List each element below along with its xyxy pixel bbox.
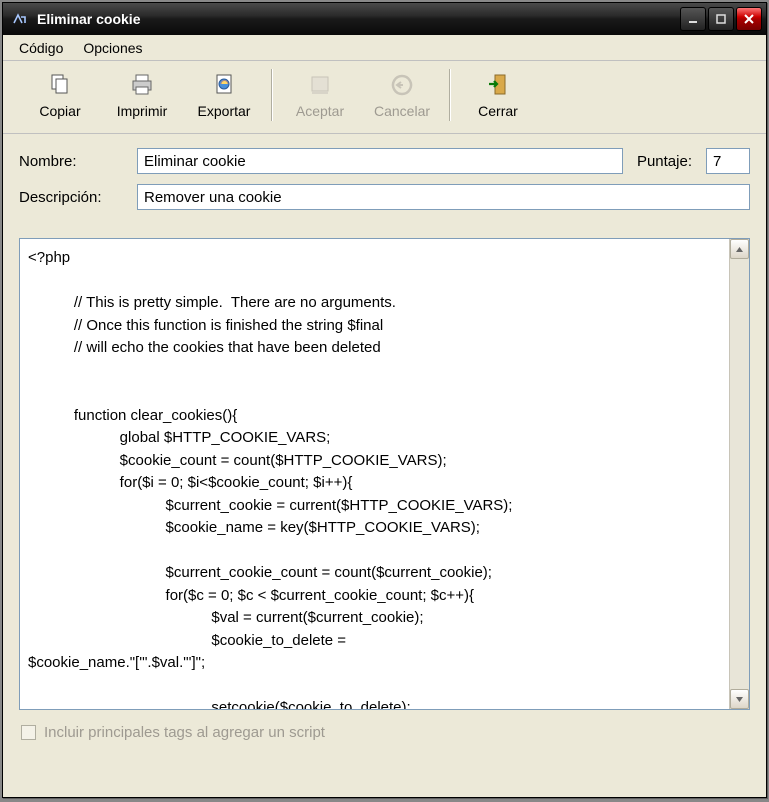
code-content[interactable]: <?php // This is pretty simple. There ar… xyxy=(20,239,729,709)
maximize-button[interactable] xyxy=(708,7,734,31)
print-icon xyxy=(128,71,156,99)
menubar: Código Opciones xyxy=(3,35,766,61)
copy-button[interactable]: Copiar xyxy=(19,67,101,123)
print-button[interactable]: Imprimir xyxy=(101,67,183,123)
scroll-down-button[interactable] xyxy=(730,689,749,709)
score-input[interactable] xyxy=(706,148,750,174)
titlebar: Eliminar cookie xyxy=(3,3,766,35)
app-window: Eliminar cookie Código Opciones Copiar xyxy=(2,2,767,798)
scroll-track[interactable] xyxy=(730,259,749,689)
cancel-button: Cancelar xyxy=(361,67,443,123)
copy-label: Copiar xyxy=(39,103,80,119)
export-button[interactable]: Exportar xyxy=(183,67,265,123)
door-icon xyxy=(484,71,512,99)
footer: Incluir principales tags al agregar un s… xyxy=(3,714,766,751)
cancel-label: Cancelar xyxy=(374,103,430,119)
toolbar-separator xyxy=(271,69,273,121)
menu-codigo[interactable]: Código xyxy=(9,37,73,59)
include-tags-label: Incluir principales tags al agregar un s… xyxy=(44,724,325,741)
export-icon xyxy=(210,71,238,99)
toolbar: Copiar Imprimir Exportar Aceptar Cancel xyxy=(3,61,766,134)
form-area: Nombre: Puntaje: Descripción: xyxy=(3,134,766,230)
description-input[interactable] xyxy=(137,184,750,210)
scroll-up-button[interactable] xyxy=(730,239,749,259)
name-label: Nombre: xyxy=(19,153,129,170)
accept-button: Aceptar xyxy=(279,67,361,123)
cancel-icon xyxy=(388,71,416,99)
close-tool-label: Cerrar xyxy=(478,103,518,119)
score-label: Puntaje: xyxy=(631,153,698,170)
description-label: Descripción: xyxy=(19,189,129,206)
app-icon xyxy=(11,10,29,28)
copy-icon xyxy=(46,71,74,99)
accept-icon xyxy=(306,71,334,99)
close-button[interactable] xyxy=(736,7,762,31)
minimize-button[interactable] xyxy=(680,7,706,31)
include-tags-checkbox xyxy=(21,725,36,740)
window-title: Eliminar cookie xyxy=(37,11,680,27)
accept-label: Aceptar xyxy=(296,103,344,119)
toolbar-separator-2 xyxy=(449,69,451,121)
name-input[interactable] xyxy=(137,148,623,174)
window-controls xyxy=(680,7,762,31)
vertical-scrollbar[interactable] xyxy=(729,239,749,709)
export-label: Exportar xyxy=(198,103,251,119)
print-label: Imprimir xyxy=(117,103,168,119)
close-tool-button[interactable]: Cerrar xyxy=(457,67,539,123)
code-editor[interactable]: <?php // This is pretty simple. There ar… xyxy=(19,238,750,710)
menu-opciones[interactable]: Opciones xyxy=(73,37,152,59)
